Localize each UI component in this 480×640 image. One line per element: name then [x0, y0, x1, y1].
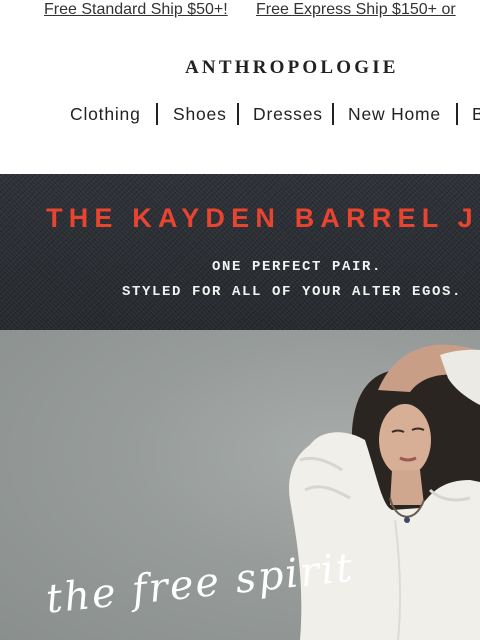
banner-subline-2: STYLED FOR ALL OF YOUR ALTER EGOS.	[122, 284, 463, 300]
nav-item-new-home[interactable]: New Home	[348, 100, 441, 128]
hero-image[interactable]: the free spirit	[0, 330, 480, 640]
brand-logo-container[interactable]: ANTHROPOLOGIE	[0, 56, 480, 80]
main-nav: Clothing Shoes Dresses New Home B	[0, 100, 480, 130]
nav-divider	[237, 103, 239, 125]
banner-subline-1: ONE PERFECT PAIR.	[212, 259, 383, 275]
nav-item-partial[interactable]: B	[472, 100, 480, 128]
free-standard-shipping-link[interactable]: Free Standard Ship $50+!	[44, 0, 228, 20]
nav-divider	[456, 103, 458, 125]
free-express-shipping-link[interactable]: Free Express Ship $150+ or	[256, 0, 456, 20]
nav-divider	[332, 103, 334, 125]
banner-headline: THE KAYDEN BARREL J	[46, 203, 479, 233]
promo-bar: Free Standard Ship $50+! Free Express Sh…	[0, 0, 480, 22]
nav-divider	[156, 103, 158, 125]
brand-logo[interactable]: ANTHROPOLOGIE	[185, 56, 399, 80]
promo-banner[interactable]: THE KAYDEN BARREL J ONE PERFECT PAIR. ST…	[0, 174, 480, 330]
nav-item-dresses[interactable]: Dresses	[253, 100, 323, 128]
nav-item-clothing[interactable]: Clothing	[70, 100, 141, 128]
nav-item-shoes[interactable]: Shoes	[173, 100, 227, 128]
